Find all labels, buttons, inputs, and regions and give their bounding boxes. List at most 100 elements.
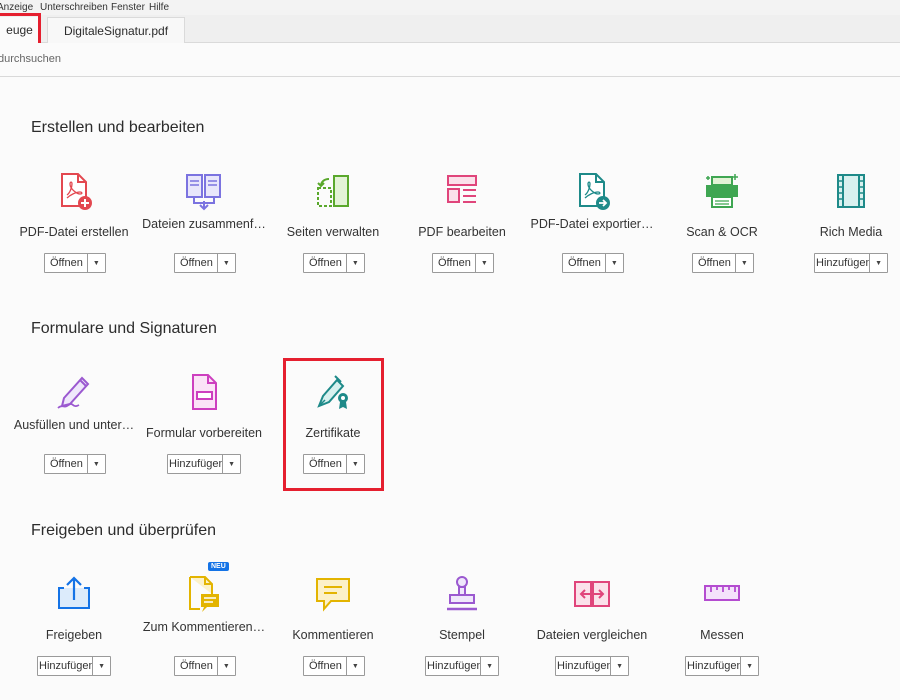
tab-document[interactable]: DigitaleSignatur.pdf <box>47 17 185 43</box>
tool-comment[interactable]: Kommentieren Öffnen ▼ <box>268 574 398 684</box>
stamp-icon <box>447 576 477 611</box>
tool-label: Formular vorbereiten <box>145 426 262 440</box>
tool-label: Zum Kommentieren… <box>142 620 266 634</box>
button-label: Hinzufügen <box>38 657 94 675</box>
tool-rich-media[interactable]: Rich Media Hinzufügen ▼ <box>786 171 900 281</box>
tool-label: Dateien vergleichen <box>536 628 648 642</box>
tool-combine-files[interactable]: Dateien zusammenf… Öffnen ▼ <box>139 171 269 281</box>
tool-label: Rich Media <box>819 225 883 239</box>
open-button[interactable]: Öffnen ▼ <box>44 253 106 273</box>
dropdown-arrow-icon[interactable]: ▼ <box>93 657 110 675</box>
dropdown-arrow-icon[interactable]: ▼ <box>218 254 235 272</box>
dropdown-arrow-icon[interactable]: ▼ <box>736 254 753 272</box>
pdf-create-icon <box>61 173 92 210</box>
open-button[interactable]: Öffnen ▼ <box>174 253 236 273</box>
share-icon <box>58 576 90 609</box>
tool-measure[interactable]: Messen Hinzufügen ▼ <box>657 574 787 684</box>
measure-icon <box>704 585 740 601</box>
send-comment-icon <box>189 576 219 612</box>
form-icon <box>192 374 217 410</box>
dropdown-arrow-icon[interactable]: ▼ <box>347 657 364 675</box>
tool-label: Kommentieren <box>292 628 374 642</box>
add-button[interactable]: Hinzufügen ▼ <box>814 253 888 273</box>
button-label: Öffnen <box>175 254 218 272</box>
add-button[interactable]: Hinzufügen ▼ <box>555 656 629 676</box>
open-button[interactable]: Öffnen ▼ <box>303 656 365 676</box>
dropdown-arrow-icon[interactable]: ▼ <box>870 254 887 272</box>
button-label: Öffnen <box>175 657 218 675</box>
organize-pages-icon <box>317 175 349 207</box>
open-button[interactable]: Öffnen ▼ <box>44 454 106 474</box>
tool-prepare-form[interactable]: Formular vorbereiten Hinzufügen ▼ <box>139 372 269 482</box>
tool-scan-ocr[interactable]: Scan & OCR Öffnen ▼ <box>657 171 787 281</box>
tool-export-pdf[interactable]: PDF-Datei exportier… Öffnen ▼ <box>527 171 657 281</box>
open-button[interactable]: Öffnen ▼ <box>692 253 754 273</box>
tool-label: Seiten verwalten <box>286 225 380 239</box>
tool-edit-pdf[interactable]: PDF bearbeiten Öffnen ▼ <box>397 171 527 281</box>
tool-label: Scan & OCR <box>686 225 758 239</box>
film-icon <box>837 174 865 208</box>
tool-compare-files[interactable]: Dateien vergleichen Hinzufügen ▼ <box>527 574 657 684</box>
dropdown-arrow-icon[interactable]: ▼ <box>223 455 240 473</box>
add-button[interactable]: Hinzufügen ▼ <box>167 454 241 474</box>
dropdown-arrow-icon[interactable]: ▼ <box>218 657 235 675</box>
comment-icon <box>316 578 350 612</box>
search-input[interactable]: durchsuchen <box>0 53 61 65</box>
open-button[interactable]: Öffnen ▼ <box>174 656 236 676</box>
tool-label: Dateien zusammenf… <box>142 217 266 231</box>
button-label: Öffnen <box>45 254 88 272</box>
tool-stamp[interactable]: Stempel Hinzufügen ▼ <box>397 574 527 684</box>
tool-label: PDF bearbeiten <box>418 225 506 239</box>
section-title-forms: Formulare und Signaturen <box>31 320 217 337</box>
add-button[interactable]: Hinzufügen ▼ <box>425 656 499 676</box>
section-title-create: Erstellen und bearbeiten <box>31 119 205 136</box>
tool-label: Messen <box>700 628 744 642</box>
export-pdf-icon <box>579 173 610 210</box>
tool-label: PDF-Datei erstellen <box>19 225 129 239</box>
open-button[interactable]: Öffnen ▼ <box>303 253 365 273</box>
tool-label: Stempel <box>439 628 485 642</box>
tab-bar: euge DigitaleSignatur.pdf <box>0 15 900 43</box>
compare-icon <box>574 581 610 607</box>
tool-label: Freigeben <box>45 628 103 642</box>
menu-hilfe[interactable]: Hilfe <box>149 2 169 13</box>
dropdown-arrow-icon[interactable]: ▼ <box>741 657 758 675</box>
button-label: Öffnen <box>304 657 347 675</box>
button-label: Hinzufügen <box>815 254 871 272</box>
dropdown-arrow-icon[interactable]: ▼ <box>481 657 498 675</box>
add-button[interactable]: Hinzufügen ▼ <box>685 656 759 676</box>
button-label: Öffnen <box>45 455 88 473</box>
button-label: Hinzufügen <box>426 657 482 675</box>
menu-unterschreiben[interactable]: Unterschreiben <box>40 2 108 13</box>
button-label: Öffnen <box>693 254 736 272</box>
button-label: Öffnen <box>563 254 606 272</box>
dropdown-arrow-icon[interactable]: ▼ <box>606 254 623 272</box>
dropdown-arrow-icon[interactable]: ▼ <box>88 254 105 272</box>
highlight-box-certificates <box>283 358 384 491</box>
dropdown-arrow-icon[interactable]: ▼ <box>611 657 628 675</box>
open-button[interactable]: Öffnen ▼ <box>432 253 494 273</box>
fill-sign-icon <box>57 376 90 409</box>
dropdown-arrow-icon[interactable]: ▼ <box>476 254 493 272</box>
open-button[interactable]: Öffnen ▼ <box>562 253 624 273</box>
button-label: Öffnen <box>433 254 476 272</box>
tool-send-for-comments[interactable]: NEU Zum Kommentieren… Öffnen ▼ <box>139 562 269 684</box>
dropdown-arrow-icon[interactable]: ▼ <box>347 254 364 272</box>
tool-fill-sign[interactable]: Ausfüllen und unter… Öffnen ▼ <box>9 372 139 482</box>
combine-files-icon <box>186 174 221 211</box>
menu-fenster[interactable]: Fenster <box>111 2 145 13</box>
scan-icon <box>706 174 738 208</box>
edit-pdf-icon <box>447 175 477 203</box>
new-badge: NEU <box>208 562 229 571</box>
button-label: Öffnen <box>304 254 347 272</box>
menu-bar: Anzeige Unterschreiben Fenster Hilfe <box>0 0 900 15</box>
tool-share[interactable]: Freigeben Hinzufügen ▼ <box>9 574 139 684</box>
tool-pdf-create[interactable]: PDF-Datei erstellen Öffnen ▼ <box>9 171 139 281</box>
tool-organize-pages[interactable]: Seiten verwalten Öffnen ▼ <box>268 171 398 281</box>
button-label: Hinzufügen <box>168 455 224 473</box>
menu-anzeige[interactable]: Anzeige <box>0 2 33 13</box>
tool-label: Ausfüllen und unter… <box>13 418 135 432</box>
dropdown-arrow-icon[interactable]: ▼ <box>88 455 105 473</box>
add-button[interactable]: Hinzufügen ▼ <box>37 656 111 676</box>
button-label: Hinzufügen <box>556 657 612 675</box>
